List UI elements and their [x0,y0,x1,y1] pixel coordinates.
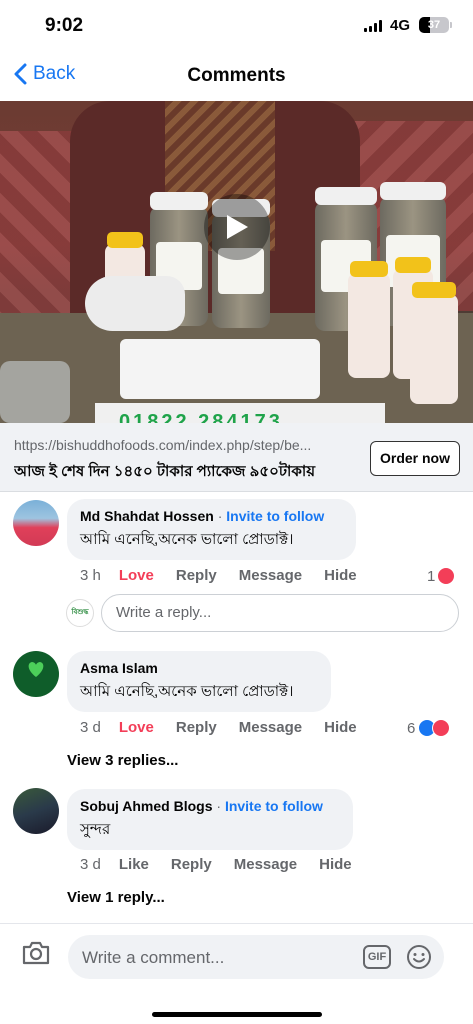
reaction-count: 1 [427,567,436,585]
heart-reaction-icon [437,567,456,585]
view-replies-link[interactable]: View 3 replies... [67,752,178,769]
heart-logo-icon [28,662,44,677]
avatar[interactable] [13,788,59,834]
comment-composer: Write a comment... GIF [0,923,473,1024]
comment-author[interactable]: Md Shahdat Hossen [80,508,214,524]
comment-author[interactable]: Asma Islam [80,660,318,676]
play-button[interactable] [204,194,270,260]
reply-input[interactable]: Write a reply... [101,594,459,632]
love-button[interactable]: Love [119,719,154,736]
hide-button[interactable]: Hide [319,856,352,873]
comment-age: 3 d [80,856,101,873]
avatar[interactable] [13,651,59,697]
reply-button[interactable]: Reply [176,567,217,584]
avatar[interactable] [13,500,59,546]
product-bottle [348,261,390,378]
battery-icon: 37 [419,17,449,33]
reply-button[interactable]: Reply [171,856,212,873]
page-avatar-small: বিশুদ্ধ [66,599,94,627]
message-button[interactable]: Message [234,856,297,873]
comment-age: 3 d [80,719,101,736]
reaction-summary[interactable]: 6 [407,719,451,737]
love-button[interactable]: Love [119,567,154,584]
video-banner-text: 01822 284173 [119,411,283,423]
comment-placeholder: Write a comment... [82,948,225,967]
emoji-icon[interactable] [406,944,432,970]
video-player[interactable]: 01822 284173 [0,101,473,423]
gif-icon[interactable]: GIF [363,945,391,969]
link-url: https://bishuddhofoods.com/index.php/ste… [14,437,312,453]
reaction-summary[interactable]: 1 [427,567,456,585]
invite-to-follow-link[interactable]: Invite to follow [226,508,324,524]
network-type: 4G [390,17,411,34]
video-glove [85,276,185,331]
message-button[interactable]: Message [239,719,302,736]
message-button[interactable]: Message [239,567,302,584]
status-bar: 9:02 4G 37 [0,0,473,50]
comment-age: 3 h [80,567,101,584]
comment-actions: 3 d Love Reply Message Hide [80,719,379,736]
comment-author-line: Sobuj Ahmed Blogs · Invite to follow [80,798,340,814]
link-preview[interactable]: https://bishuddhofoods.com/index.php/ste… [0,423,473,492]
navigation-bar: Back Comments [0,52,473,98]
comment-bubble: Asma Islam আমি এনেছি,অনেক ভালো প্রোডাক্ট… [67,651,331,712]
link-title: আজ ই শেষ দিন ১৪৫০ টাকার প্যাকেজ ৯৫০টাকায… [14,463,316,480]
comment-bubble: Sobuj Ahmed Blogs · Invite to follow সুন… [67,789,353,850]
comment-actions: 3 h Love Reply Message Hide [80,567,379,584]
product-bottle [410,282,458,404]
play-icon [227,215,248,239]
hide-button[interactable]: Hide [324,567,357,584]
video-banner: 01822 284173 [95,403,385,423]
separator-dot: · [216,798,222,814]
cellular-signal-icon [364,20,384,32]
page-title: Comments [187,65,286,86]
home-indicator [152,1012,322,1017]
comment-text: আমি এনেছি,অনেক ভালো প্রোডাক্ট। [80,531,294,548]
heart-reaction-icon [432,719,451,737]
comment-author[interactable]: Sobuj Ahmed Blogs [80,798,212,814]
comment-input[interactable]: Write a comment... GIF [68,935,444,979]
reply-button[interactable]: Reply [176,719,217,736]
camera-icon[interactable] [21,940,51,966]
comment-author-line: Md Shahdat Hossen · Invite to follow [80,508,343,524]
battery-tip [450,22,452,28]
hide-button[interactable]: Hide [324,719,357,736]
order-now-button[interactable]: Order now [370,441,460,476]
comment-text: আমি এনেছি,অনেক ভালো প্রোডাক্ট। [80,683,294,700]
view-replies-link[interactable]: View 1 reply... [67,889,165,906]
comment-bubble: Md Shahdat Hossen · Invite to follow আমি… [67,499,356,560]
separator-dot: · [217,508,223,524]
like-button[interactable]: Like [119,856,149,873]
invite-to-follow-link[interactable]: Invite to follow [225,798,323,814]
battery-level: 37 [427,19,441,31]
reaction-count: 6 [407,719,416,737]
video-plate [120,339,320,399]
comment-text: সুন্দর [80,821,111,838]
status-time: 9:02 [45,15,84,36]
video-glass [0,361,70,423]
comment-actions: 3 d Like Reply Message Hide [80,856,374,873]
